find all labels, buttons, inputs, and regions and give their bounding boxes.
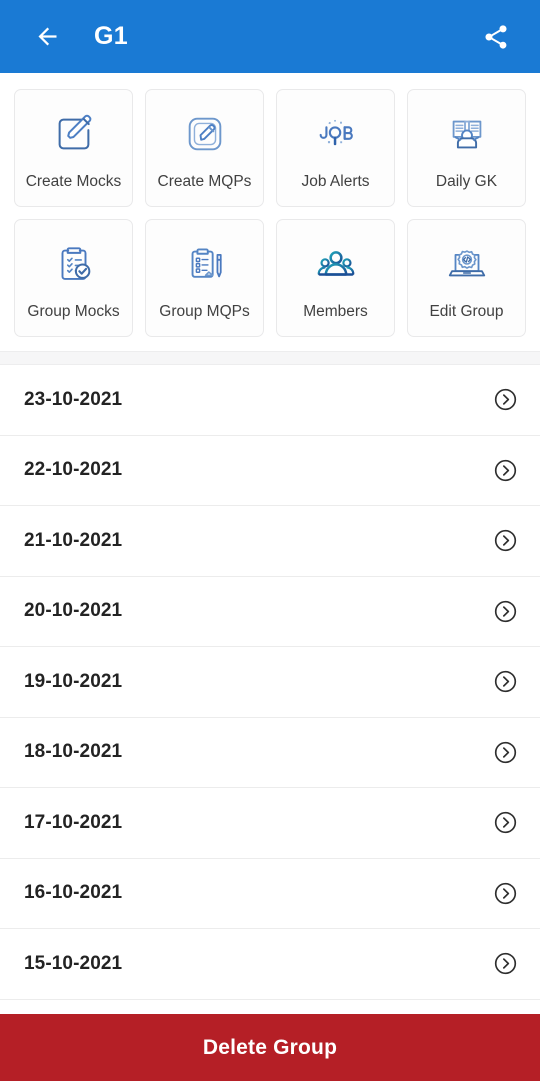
action-grid-row-2: Group Mocks Group MQPs Members Edit Grou… [8, 213, 532, 343]
chevron-right-circle-icon[interactable] [492, 669, 518, 695]
share-button[interactable] [474, 15, 518, 59]
list-item[interactable]: 16-10-2021 [0, 858, 540, 929]
person-reading-newspaper-icon [444, 106, 490, 162]
list-item[interactable]: 15-10-2021 [0, 929, 540, 1000]
tile-label: Create MQPs [157, 173, 252, 191]
tile-group-mocks[interactable]: Group Mocks [14, 219, 133, 337]
tile-members[interactable]: Members [276, 219, 395, 337]
list-item[interactable]: 22-10-2021 [0, 435, 540, 506]
tile-create-mqps[interactable]: Create MQPs [145, 89, 264, 207]
group-detail-screen: G1 Create Mocks Create MQPs Job Alerts D… [0, 0, 540, 1081]
tile-label: Group Mocks [27, 303, 120, 321]
back-button[interactable] [26, 16, 68, 58]
chevron-right-circle-icon[interactable] [492, 951, 518, 977]
tile-job-alerts[interactable]: Job Alerts [276, 89, 395, 207]
tile-label: Group MQPs [159, 303, 250, 321]
list-item-date: 22-10-2021 [24, 459, 123, 481]
list-item-date: 21-10-2021 [24, 529, 123, 551]
tile-group-mqps[interactable]: Group MQPs [145, 219, 264, 337]
list-item[interactable]: 20-10-2021 [0, 576, 540, 647]
app-bar: G1 [0, 0, 540, 73]
square-pencil-icon [182, 106, 228, 162]
list-item[interactable]: 19-10-2021 [0, 647, 540, 718]
chevron-right-circle-icon[interactable] [492, 739, 518, 765]
tile-label: Create Mocks [25, 173, 122, 191]
note-pencil-icon [51, 106, 97, 162]
action-grid-row-1: Create Mocks Create MQPs Job Alerts Dail… [8, 83, 532, 213]
list-item[interactable]: 21-10-2021 [0, 506, 540, 577]
page-title: G1 [94, 22, 128, 50]
list-item-date: 16-10-2021 [24, 882, 123, 904]
chevron-right-circle-icon[interactable] [492, 528, 518, 554]
chevron-right-circle-icon[interactable] [492, 457, 518, 483]
section-divider [0, 351, 540, 365]
people-group-icon [313, 236, 359, 292]
tile-label: Job Alerts [301, 173, 370, 191]
tile-label: Daily GK [435, 173, 498, 191]
list-item-date: 19-10-2021 [24, 670, 123, 692]
chevron-right-circle-icon[interactable] [492, 387, 518, 413]
tile-label: Members [303, 303, 368, 321]
date-list: 23-10-2021 22-10-2021 21-10-2021 20-10-2… [0, 365, 540, 1014]
chevron-right-circle-icon[interactable] [492, 880, 518, 906]
delete-group-label: Delete Group [202, 1035, 338, 1059]
action-grid: Create Mocks Create MQPs Job Alerts Dail… [0, 73, 540, 351]
arrow-left-icon [38, 27, 56, 46]
tile-label: Edit Group [429, 303, 504, 321]
list-item[interactable]: 18-10-2021 [0, 717, 540, 788]
chevron-right-circle-icon[interactable] [492, 598, 518, 624]
list-item[interactable]: 17-10-2021 [0, 788, 540, 859]
list-item-date: 15-10-2021 [24, 952, 123, 974]
list-item-date: 23-10-2021 [24, 388, 123, 410]
delete-group-button[interactable]: Delete Group [0, 1014, 540, 1081]
tile-create-mocks[interactable]: Create Mocks [14, 89, 133, 207]
clipboard-check-icon [51, 236, 97, 292]
chevron-right-circle-icon[interactable] [492, 810, 518, 836]
list-item[interactable]: 23-10-2021 [0, 365, 540, 436]
list-item-date: 17-10-2021 [24, 811, 123, 833]
job-search-icon [313, 106, 359, 162]
tile-daily-gk[interactable]: Daily GK [407, 89, 526, 207]
tile-edit-group[interactable]: Edit Group [407, 219, 526, 337]
clipboard-pen-icon [182, 236, 228, 292]
share-icon [485, 24, 507, 49]
list-item-date: 18-10-2021 [24, 741, 123, 763]
laptop-gear-code-icon [444, 236, 490, 292]
list-item-date: 20-10-2021 [24, 600, 123, 622]
